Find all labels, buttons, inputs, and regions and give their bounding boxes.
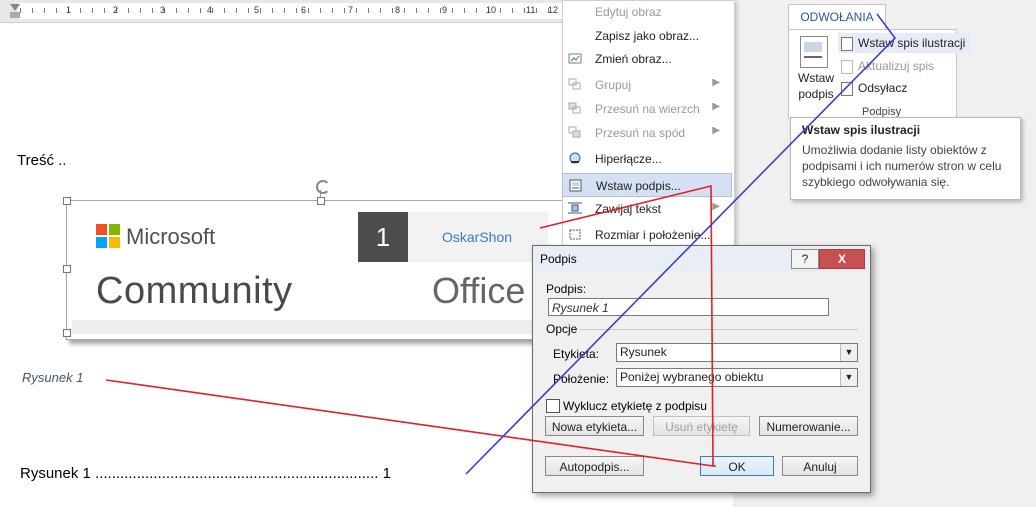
- blue-annotation-lines: [465, 13, 897, 475]
- red-line-menu-to-dialog: [539, 184, 716, 467]
- blue-line-tab-to-toc: [465, 13, 897, 475]
- red-annotation-lines: [105, 184, 716, 467]
- red-line-caption-to-ok: [105, 379, 714, 467]
- annotation-overlay: [105, 13, 897, 475]
